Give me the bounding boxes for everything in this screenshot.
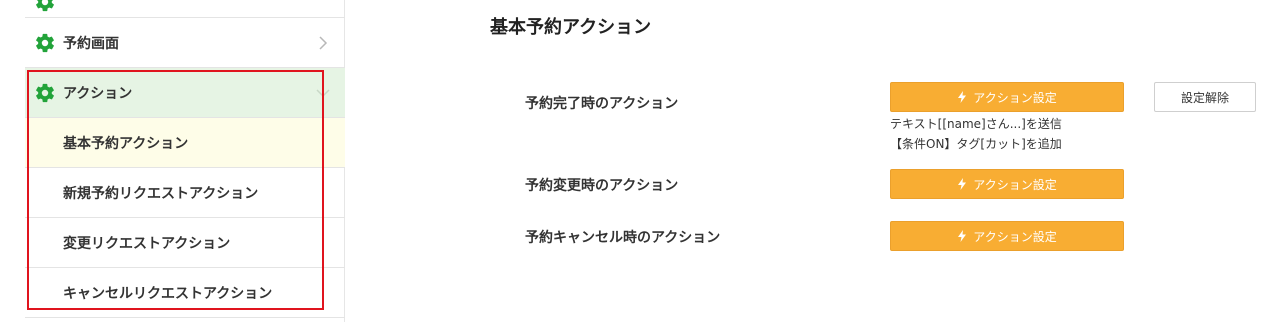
sidebar-item-reservation-screen[interactable]: 予約画面 [25, 18, 345, 68]
action-settings-label: アクション設定 [973, 90, 1057, 105]
bolt-icon [958, 178, 967, 190]
bolt-icon [958, 230, 967, 242]
sidebar-item-label: 予約画面 [63, 35, 119, 52]
sidebar-subitem-label: キャンセルリクエストアクション [63, 285, 273, 302]
action-label-reservation-complete: 予約完了時のアクション [525, 96, 679, 112]
sidebar-item-top[interactable] [25, 0, 345, 18]
sidebar-subitem-label: 変更リクエストアクション [63, 235, 231, 252]
action-label-reservation-cancel: 予約キャンセル時のアクション [525, 230, 721, 246]
gear-icon [36, 33, 54, 52]
bolt-icon [958, 91, 967, 103]
sidebar-subitem-label: 基本予約アクション [63, 135, 189, 152]
sidebar-item-action[interactable]: アクション [25, 68, 345, 118]
action-settings-button[interactable]: アクション設定 [890, 82, 1124, 112]
sidebar-subitem-cancel-request-action[interactable]: キャンセルリクエストアクション [25, 268, 345, 318]
sidebar-subitem-new-reservation-request-action[interactable]: 新規予約リクエストアクション [25, 168, 345, 218]
chevron-down-icon [316, 88, 330, 97]
sidebar-subitem-change-request-action[interactable]: 変更リクエストアクション [25, 218, 345, 268]
action-settings-button[interactable]: アクション設定 [890, 221, 1124, 251]
sidebar-subitem-label: 新規予約リクエストアクション [63, 185, 259, 202]
action-summary-line: テキスト[[name]さん...]を送信 [890, 117, 1062, 131]
sidebar-item-label: アクション [63, 85, 133, 102]
sidebar-subitem-basic-reservation-action[interactable]: 基本予約アクション [25, 118, 345, 168]
action-label-reservation-change: 予約変更時のアクション [525, 178, 679, 194]
gear-icon [36, 83, 54, 102]
action-settings-label: アクション設定 [973, 229, 1057, 244]
gear-icon [36, 0, 54, 11]
clear-settings-button[interactable]: 設定解除 [1154, 82, 1256, 112]
page-title: 基本予約アクション [490, 17, 652, 38]
action-settings-button[interactable]: アクション設定 [890, 169, 1124, 199]
action-settings-label: アクション設定 [973, 177, 1057, 192]
sidebar: 予約画面 アクション 基本予約アクション 新規予約リクエストアクション 変更リク… [25, 0, 345, 322]
chevron-right-icon [319, 35, 328, 50]
action-summary-line: 【条件ON】タグ[カット]を追加 [890, 137, 1062, 151]
